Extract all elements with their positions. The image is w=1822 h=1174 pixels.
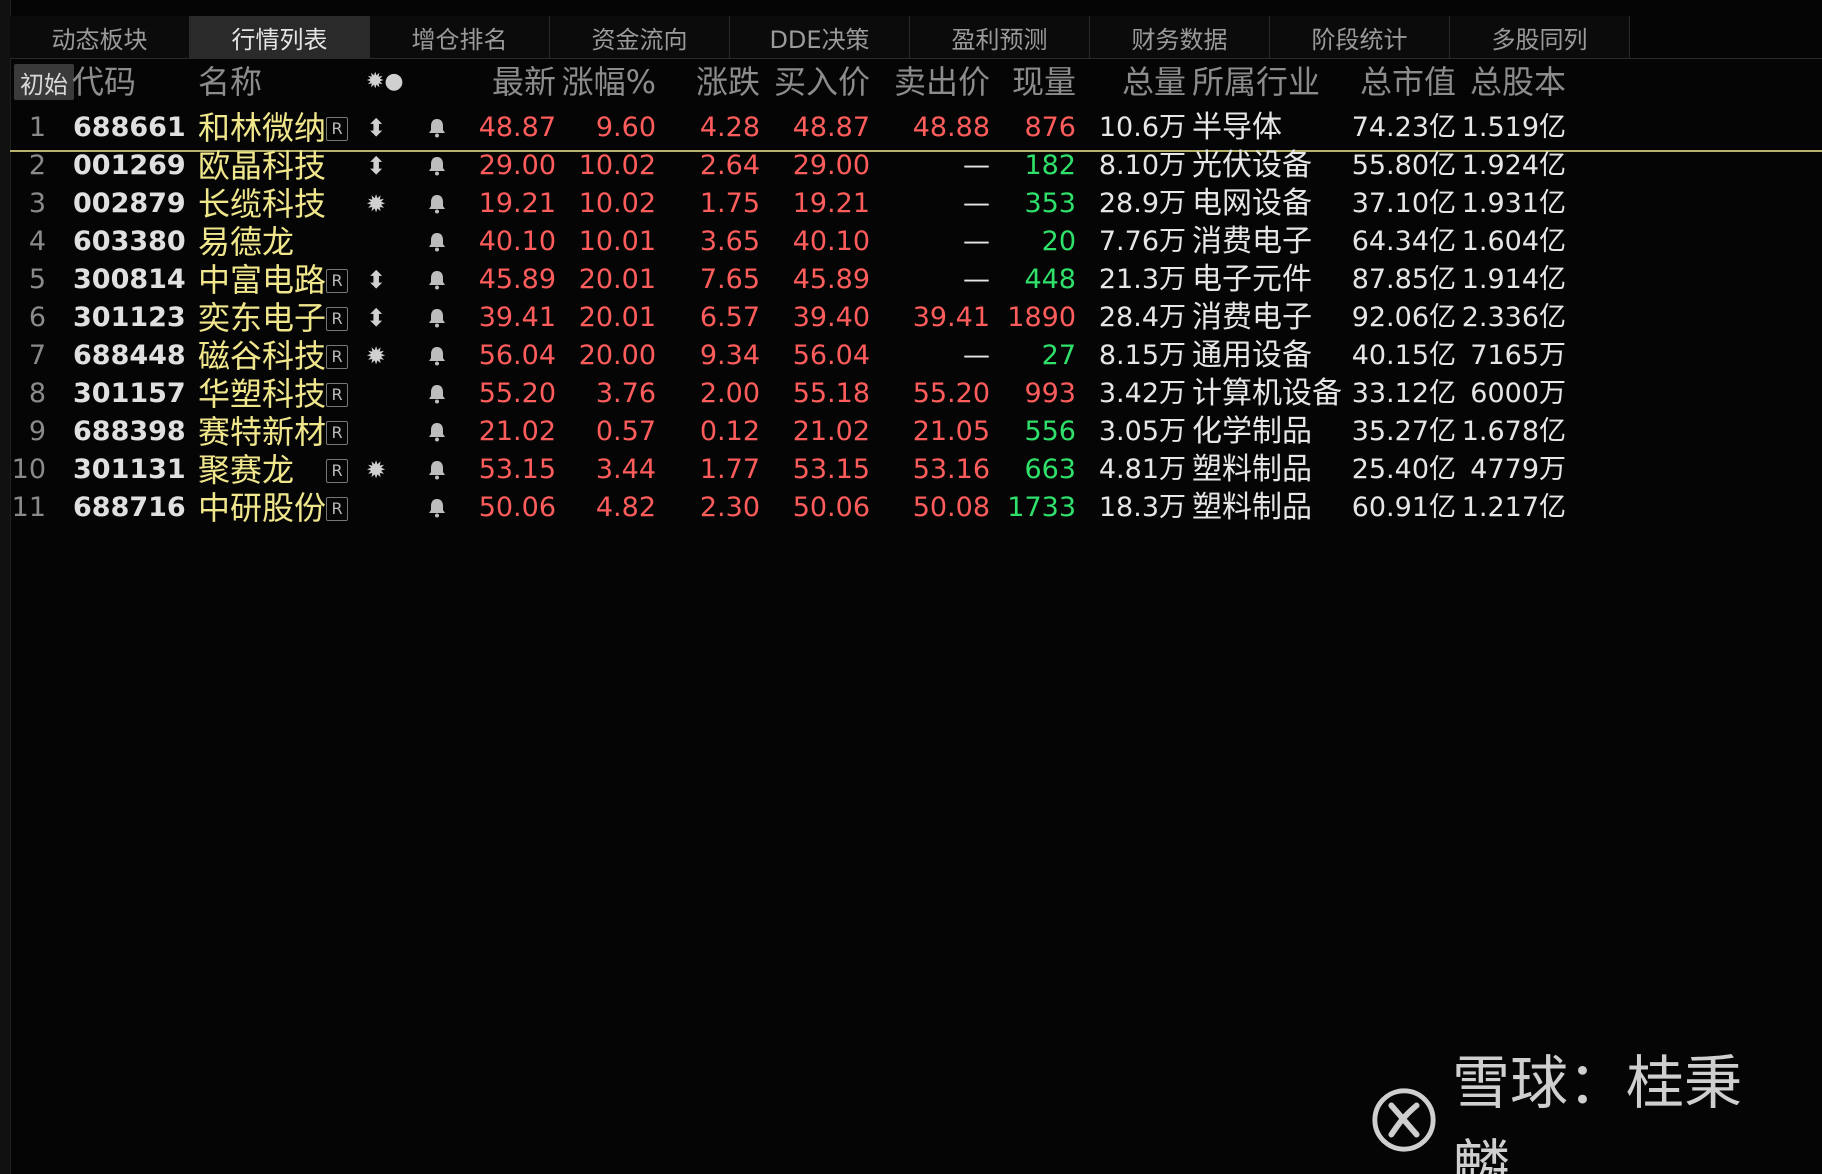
header-code[interactable]: 代码 [72, 60, 136, 104]
bell-icon[interactable] [428, 156, 446, 176]
init-sort-button[interactable]: 初始 [14, 64, 74, 100]
table-row[interactable]: 11 688716 中研股份 R 50.06 4.82 2.30 50.06 50.08 1733… [10, 486, 1822, 530]
header-ask[interactable]: 卖出价 [870, 60, 990, 104]
bell-icon[interactable] [428, 270, 446, 290]
header-latest[interactable]: 最新 [450, 60, 556, 104]
current-volume: 1733 [1007, 492, 1076, 523]
tab-2[interactable]: 增仓排名 [370, 16, 550, 58]
header-market-cap[interactable]: 总市值 [1340, 60, 1456, 104]
total-volume: 18.3万 [1098, 492, 1186, 523]
total-shares: 1.217亿 [1461, 492, 1566, 523]
bell-icon[interactable] [428, 232, 446, 252]
change-pct: 4.82 [595, 492, 656, 523]
margin-r-badge: R [326, 307, 348, 331]
change-value: 2.30 [699, 492, 760, 523]
margin-r-badge: R [326, 421, 348, 445]
bell-icon[interactable] [428, 194, 446, 214]
quote-list-window: 动态板块 行情列表 增仓排名 资金流向 DDE决策 盈利预测 财务数据 阶段统计 多股同列 初始… [0, 0, 1822, 1174]
header-change-pct[interactable]: 涨幅% [556, 60, 656, 104]
tab-bar: 动态板块 行情列表 增仓排名 资金流向 DDE决策 盈利预测 财务数据 阶段统计 多股同列 [10, 16, 1822, 59]
header-bid[interactable]: 买入价 [760, 60, 870, 104]
header-current-volume[interactable]: 现量 [990, 60, 1076, 104]
header-total-volume[interactable]: 总量 [1076, 60, 1186, 104]
margin-r-badge: R [326, 345, 348, 369]
tab-3[interactable]: 资金流向 [550, 16, 730, 58]
bell-icon[interactable] [428, 422, 446, 442]
bell-icon[interactable] [428, 498, 446, 518]
industry: 塑料制品 [1192, 490, 1312, 525]
stock-name[interactable]: 中研股份 [198, 486, 326, 530]
margin-r-badge: R [326, 269, 348, 293]
bid-price: 50.06 [792, 492, 870, 523]
watermark: 雪球：桂秉麟 [1370, 1049, 1790, 1174]
margin-r-badge: R [326, 117, 348, 141]
bell-icon[interactable] [428, 118, 446, 138]
row-index: 11 [11, 492, 46, 523]
header-flags[interactable]: ✹● [366, 60, 404, 104]
header-total-shares[interactable]: 总股本 [1456, 60, 1566, 104]
watermark-text: 雪球：桂秉麟 [1451, 1049, 1742, 1174]
margin-r-badge: R [326, 497, 348, 521]
ask-price: 50.08 [912, 492, 990, 523]
stock-code[interactable]: 688716 [73, 486, 186, 530]
bell-icon[interactable] [428, 346, 446, 366]
xueqiu-logo-icon [1372, 1088, 1436, 1152]
bell-icon[interactable] [428, 384, 446, 404]
tab-0[interactable]: 动态板块 [10, 16, 190, 58]
header-name[interactable]: 名称 [198, 60, 262, 104]
bell-icon[interactable] [428, 460, 446, 480]
margin-r-badge: R [326, 383, 348, 407]
tab-5[interactable]: 盈利预测 [910, 16, 1090, 58]
header-change[interactable]: 涨跌 [656, 60, 760, 104]
tab-6[interactable]: 财务数据 [1090, 16, 1270, 58]
tab-4[interactable]: DDE决策 [730, 16, 910, 58]
margin-r-badge: R [326, 459, 348, 483]
header-industry[interactable]: 所属行业 [1192, 60, 1320, 104]
latest-price: 50.06 [478, 492, 556, 523]
tab-1[interactable]: 行情列表 [190, 16, 370, 58]
bell-icon[interactable] [428, 308, 446, 328]
table-header: 初始 代码 名称 ✹● 最新 涨幅% 涨跌 买入价 卖出价 现量 总量 所属行业… [10, 60, 1822, 104]
market-cap: 60.91亿 [1351, 492, 1456, 523]
tab-8[interactable]: 多股同列 [1450, 16, 1630, 58]
tab-7[interactable]: 阶段统计 [1270, 16, 1450, 58]
